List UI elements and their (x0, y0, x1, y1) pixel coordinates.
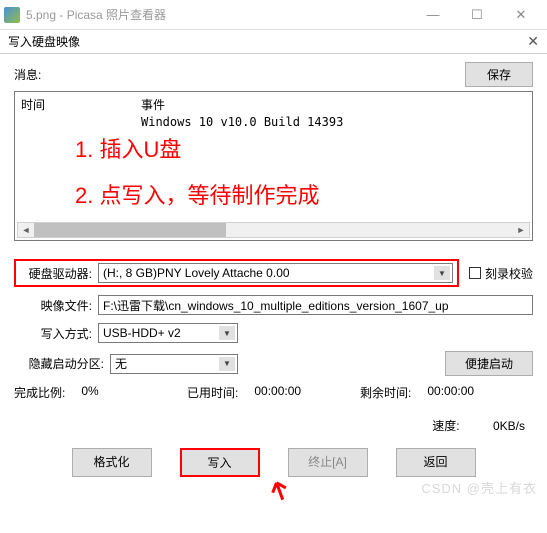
drive-select-value: (H:, 8 GB)PNY Lovely Attache 0.00 (103, 266, 290, 280)
hidden-label: 隐藏启动分区: (14, 355, 104, 372)
verify-label: 刻录校验 (485, 265, 533, 282)
progress-value: 0% (81, 384, 98, 401)
image-label: 映像文件: (14, 297, 92, 314)
drive-label: 硬盘驱动器: (20, 265, 92, 282)
verify-checkbox[interactable]: 刻录校验 (469, 265, 533, 282)
picasa-titlebar: 5.png - Picasa 照片查看器 — ☐ ✕ (0, 0, 547, 30)
chevron-down-icon: ▼ (219, 357, 235, 371)
minimize-button[interactable]: — (411, 1, 455, 29)
write-button[interactable]: 写入 (180, 448, 260, 477)
log-listbox[interactable]: 时间 事件 Windows 10 v10.0 Build 14393 1. 插入… (14, 91, 533, 241)
abort-button: 终止[A] (288, 448, 368, 477)
progress-label: 完成比例: (14, 384, 65, 401)
dialog-titlebar: 写入硬盘映像 ✕ (0, 30, 547, 54)
remain-value: 00:00:00 (427, 384, 474, 401)
log-row-1: Windows 10 v10.0 Build 14393 (141, 115, 526, 129)
image-path-input[interactable]: F:\迅雷下载\cn_windows_10_multiple_editions_… (98, 295, 533, 315)
chevron-down-icon: ▼ (434, 266, 450, 280)
maximize-button[interactable]: ☐ (455, 1, 499, 29)
elapsed-label: 已用时间: (187, 384, 238, 401)
arrow-annotation-icon (266, 480, 296, 513)
mode-select[interactable]: USB-HDD+ v2 ▼ (98, 323, 238, 343)
close-button[interactable]: ✕ (499, 1, 543, 29)
annotation-2: 2. 点写入，等待制作完成 (75, 178, 319, 210)
mode-label: 写入方式: (14, 325, 92, 342)
watermark-text: CSDN @壳上有衣 (421, 478, 537, 497)
picasa-icon (4, 7, 20, 23)
scroll-right-icon[interactable]: ► (513, 223, 529, 237)
window-controls: — ☐ ✕ (411, 1, 543, 29)
message-label: 消息: (14, 66, 465, 83)
elapsed-value: 00:00:00 (254, 384, 301, 401)
hidden-select-value: 无 (115, 355, 127, 372)
scroll-thumb[interactable] (34, 223, 226, 237)
log-header-event: 事件 (141, 96, 165, 113)
speed-label: 速度: (432, 417, 459, 434)
scroll-left-icon[interactable]: ◄ (18, 223, 34, 237)
convenient-boot-button[interactable]: 便捷启动 (445, 351, 533, 376)
drive-select[interactable]: (H:, 8 GB)PNY Lovely Attache 0.00 ▼ (98, 263, 453, 283)
back-button[interactable]: 返回 (396, 448, 476, 477)
annotation-1: 1. 插入U盘 (75, 132, 181, 164)
chevron-down-icon: ▼ (219, 326, 235, 340)
picasa-title-text: 5.png - Picasa 照片查看器 (26, 6, 411, 23)
image-path-value: F:\迅雷下载\cn_windows_10_multiple_editions_… (103, 297, 449, 314)
save-button[interactable]: 保存 (465, 62, 533, 87)
dialog-title-text: 写入硬盘映像 (8, 33, 527, 50)
dialog-close-icon[interactable]: ✕ (527, 33, 539, 50)
horizontal-scrollbar[interactable]: ◄ ► (17, 222, 530, 238)
mode-select-value: USB-HDD+ v2 (103, 326, 181, 340)
hidden-select[interactable]: 无 ▼ (110, 354, 238, 374)
format-button[interactable]: 格式化 (72, 448, 152, 477)
remain-label: 剩余时间: (360, 384, 411, 401)
speed-value: 0KB/s (493, 419, 525, 433)
log-header-time: 时间 (21, 96, 141, 113)
checkbox-icon (469, 267, 481, 279)
